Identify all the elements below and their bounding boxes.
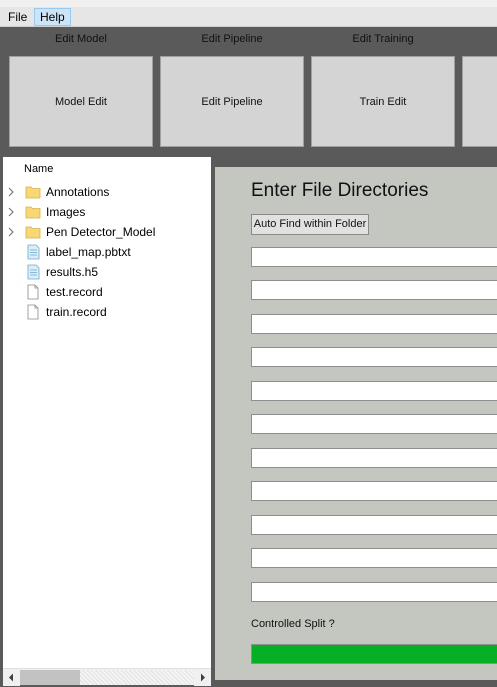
file-icon bbox=[25, 304, 41, 320]
menubar: File Help bbox=[0, 7, 497, 27]
tree-item-label: test.record bbox=[46, 285, 103, 299]
tree-item-label: Annotations bbox=[46, 185, 110, 199]
chevron-right-icon[interactable] bbox=[7, 227, 15, 237]
controlled-split-label: Controlled Split ? bbox=[251, 618, 335, 630]
file-icon bbox=[25, 284, 41, 300]
tree-item-annotations[interactable]: Annotations bbox=[3, 182, 211, 202]
caption-edit-pipeline: Edit Pipeline bbox=[201, 33, 263, 45]
directory-input-5[interactable] bbox=[251, 381, 497, 401]
directory-input-2[interactable] bbox=[251, 280, 497, 300]
progress-fill bbox=[252, 645, 497, 663]
directory-input-4[interactable] bbox=[251, 347, 497, 367]
directory-input-8[interactable] bbox=[251, 481, 497, 501]
model-edit-button[interactable]: Model Edit bbox=[9, 56, 153, 147]
caption-edit-training: Edit Training bbox=[352, 33, 414, 45]
tree-item-pen-detector-model[interactable]: Pen Detector_Model bbox=[3, 222, 211, 242]
tree-item-label: Images bbox=[46, 205, 86, 219]
directory-input-7[interactable] bbox=[251, 448, 497, 468]
scroll-thumb[interactable] bbox=[20, 670, 80, 685]
directory-input-1[interactable] bbox=[251, 247, 497, 267]
tree-item-label-map[interactable]: label_map.pbtxt bbox=[3, 242, 211, 262]
window-top-strip bbox=[0, 0, 497, 7]
toolbar: Edit Model Edit Pipeline Edit Training M… bbox=[0, 28, 497, 153]
file-tree: Name Annotations Images Pen Detector_Mod… bbox=[3, 157, 211, 685]
tree-item-test-record[interactable]: test.record bbox=[3, 282, 211, 302]
directory-input-3[interactable] bbox=[251, 314, 497, 334]
directory-input-6[interactable] bbox=[251, 414, 497, 434]
auto-find-button[interactable]: Auto Find within Folder bbox=[251, 214, 369, 235]
chevron-right-icon[interactable] bbox=[7, 187, 15, 197]
tree-item-images[interactable]: Images bbox=[3, 202, 211, 222]
menu-file[interactable]: File bbox=[3, 8, 32, 26]
directory-input-10[interactable] bbox=[251, 548, 497, 568]
folder-icon bbox=[25, 204, 41, 220]
edit-pipeline-button[interactable]: Edit Pipeline bbox=[160, 56, 304, 147]
panel-title: Enter File Directories bbox=[251, 180, 429, 201]
triangle-right-icon bbox=[201, 673, 205, 682]
folder-icon bbox=[25, 184, 41, 200]
text-file-icon bbox=[25, 264, 41, 280]
scroll-left-button[interactable] bbox=[3, 669, 20, 686]
file-directories-panel: Enter File Directories Auto Find within … bbox=[215, 167, 497, 680]
scroll-right-button[interactable] bbox=[194, 669, 211, 686]
chevron-right-icon[interactable] bbox=[7, 207, 15, 217]
tree-item-train-record[interactable]: train.record bbox=[3, 302, 211, 322]
tree-item-label: label_map.pbtxt bbox=[46, 245, 131, 259]
scroll-track[interactable] bbox=[80, 670, 194, 685]
tree-item-label: results.h5 bbox=[46, 265, 99, 279]
tree-column-header-name[interactable]: Name bbox=[24, 163, 53, 175]
text-file-icon bbox=[25, 244, 41, 260]
app-window: File Help Edit Model Edit Pipeline Edit … bbox=[0, 0, 497, 687]
tree-item-results-h5[interactable]: results.h5 bbox=[3, 262, 211, 282]
caption-edit-model: Edit Model bbox=[55, 33, 107, 45]
partial-toolbar-button[interactable] bbox=[462, 56, 497, 147]
menu-help[interactable]: Help bbox=[34, 8, 71, 26]
train-edit-button[interactable]: Train Edit bbox=[311, 56, 455, 147]
progress-bar bbox=[251, 644, 497, 664]
folder-icon bbox=[25, 224, 41, 240]
triangle-left-icon bbox=[9, 673, 13, 682]
directory-input-11[interactable] bbox=[251, 582, 497, 602]
tree-horizontal-scrollbar[interactable] bbox=[3, 668, 211, 686]
tree-item-label: Pen Detector_Model bbox=[46, 225, 156, 239]
tree-item-label: train.record bbox=[46, 305, 107, 319]
directory-input-9[interactable] bbox=[251, 515, 497, 535]
